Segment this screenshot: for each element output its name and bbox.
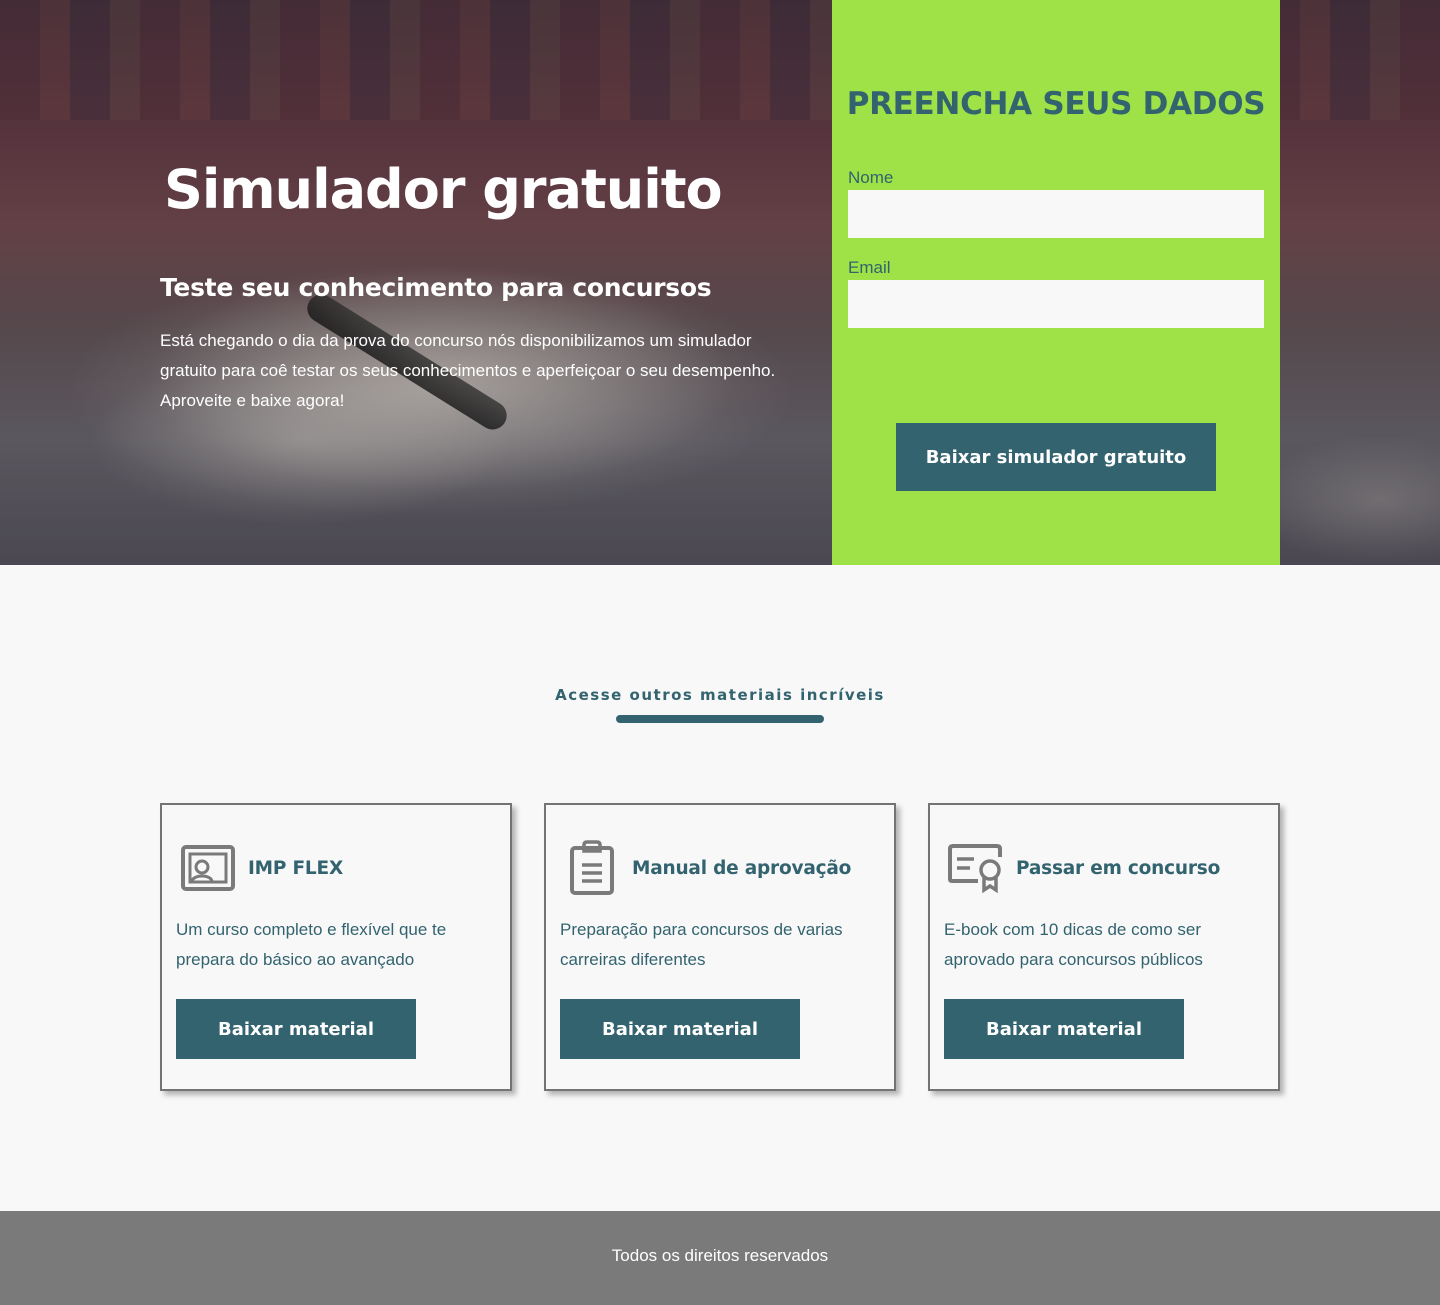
card-header: Manual de aprovação [564, 839, 851, 897]
card-description: Preparação para concursos de varias carr… [560, 920, 843, 969]
hero-section: Simulador gratuito Teste seu conheciment… [0, 0, 1440, 565]
material-card-imp-flex: IMP FLEX Um curso completo e flexível qu… [160, 803, 512, 1091]
materials-title: Acesse outros materiais incríveis [555, 686, 885, 704]
card-description: E-book com 10 dicas de como ser aprovado… [944, 920, 1203, 969]
clipboard-icon [564, 839, 620, 897]
footer: Todos os direitos reservados [0, 1211, 1440, 1305]
certificate-award-icon [948, 839, 1004, 897]
material-card-manual-aprovacao: Manual de aprovação Preparação para conc… [544, 803, 896, 1091]
card-title: Manual de aprovação [632, 857, 852, 879]
signup-form-panel: PREENCHA SEUS DADOS Nome Email Baixar si… [832, 0, 1280, 565]
hero-text: Simulador gratuito Teste seu conheciment… [160, 160, 800, 416]
hero-title: Simulador gratuito [164, 158, 723, 221]
footer-text: Todos os direitos reservados [611, 1246, 829, 1265]
card-description: Um curso completo e flexível que te prep… [176, 920, 447, 969]
hero-subtitle: Teste seu conhecimento para concursos [160, 273, 712, 303]
email-input[interactable] [848, 280, 1264, 328]
materials-title-underline [616, 715, 824, 723]
download-material-button[interactable]: Baixar material [944, 999, 1184, 1059]
card-header: Passar em concurso [948, 839, 1220, 897]
download-material-button[interactable]: Baixar material [560, 999, 800, 1059]
download-simulator-button[interactable]: Baixar simulador gratuito [896, 423, 1216, 491]
certificate-user-icon [180, 839, 236, 897]
name-input[interactable] [848, 190, 1264, 238]
download-material-button[interactable]: Baixar material [176, 999, 416, 1059]
hero-description: Está chegando o dia da prova do concurso… [160, 331, 776, 411]
name-label: Nome [848, 168, 894, 187]
form-title: PREENCHA SEUS DADOS [846, 86, 1266, 122]
card-title: Passar em concurso [1016, 857, 1221, 879]
material-card-passar-concurso: Passar em concurso E-book com 10 dicas d… [928, 803, 1280, 1091]
card-header: IMP FLEX [180, 839, 343, 897]
materials-section: Acesse outros materiais incríveis IMP FL… [0, 565, 1440, 1211]
card-title: IMP FLEX [248, 857, 344, 879]
email-label: Email [848, 258, 891, 277]
